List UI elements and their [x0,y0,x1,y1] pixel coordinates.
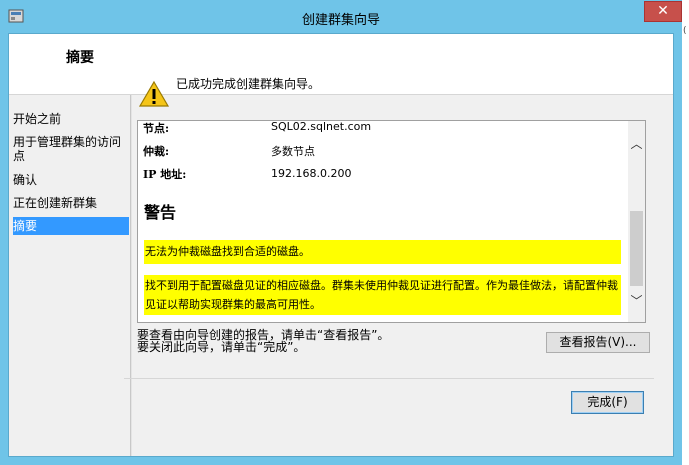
title-bar: 创建群集向导 ✕ [0,0,682,33]
sidebar-divider [130,95,132,456]
report-row-value: 多数节点 [271,145,315,158]
status-message: 已成功完成创建群集向导。 [176,77,321,91]
hint-close-wizard: 要关闭此向导，请单击“完成”。 [137,340,306,354]
scroll-up-icon[interactable]: ︿ [628,136,645,153]
report-row-value: SQL02.sqlnet.com [271,120,372,133]
step-before-you-begin[interactable]: 开始之前 [13,112,129,126]
close-button[interactable]: ✕ [644,1,682,22]
report-row-label: 仲裁: [143,145,170,158]
background-strip [682,0,689,465]
window-title: 创建群集向导 [301,13,380,28]
close-icon: ✕ [657,3,669,19]
footer-divider [124,378,654,379]
warning-item: 找不到用于配置磁盘见证的相应磁盘。群集未使用仲裁见证进行配置。作为最佳做法，请配… [144,275,621,315]
report-row-value: 192.168.0.200 [271,167,352,180]
step-confirmation[interactable]: 确认 [13,173,129,187]
report-row-label: IP 地址: [143,168,187,181]
step-access-point[interactable]: 用于管理群集的访问点 [13,135,127,163]
warning-item: 无法为仲裁磁盘找到合适的磁盘。 [144,240,621,264]
step-list: 开始之前 用于管理群集的访问点 确认 正在创建新群集 摘要 [9,95,130,456]
scroll-thumb[interactable] [630,211,643,286]
page-title: 摘要 [66,50,94,66]
view-report-button[interactable]: 查看报告(V)... [546,332,650,353]
step-summary[interactable]: 摘要 [13,217,129,235]
background-text: ( [683,26,687,36]
scroll-down-icon[interactable]: ﹀ [628,293,645,310]
report-panel: 节点: SQL02.sqlnet.com 仲裁: 多数节点 IP 地址: 192… [137,120,646,323]
report-scrollbar[interactable]: ︿ ﹀ [628,121,645,322]
step-creating-cluster[interactable]: 正在创建新群集 [13,196,129,210]
warning-heading: 警告 [144,203,177,222]
report-row-label: 节点: [143,122,170,135]
wizard-window: 创建群集向导 ✕ 摘要 开始之前 用于管理群集的访问点 确认 正在创建新群集 摘… [0,0,682,465]
warning-icon [138,80,170,107]
page-header: 摘要 [9,34,673,95]
finish-button[interactable]: 完成(F) [571,391,644,414]
